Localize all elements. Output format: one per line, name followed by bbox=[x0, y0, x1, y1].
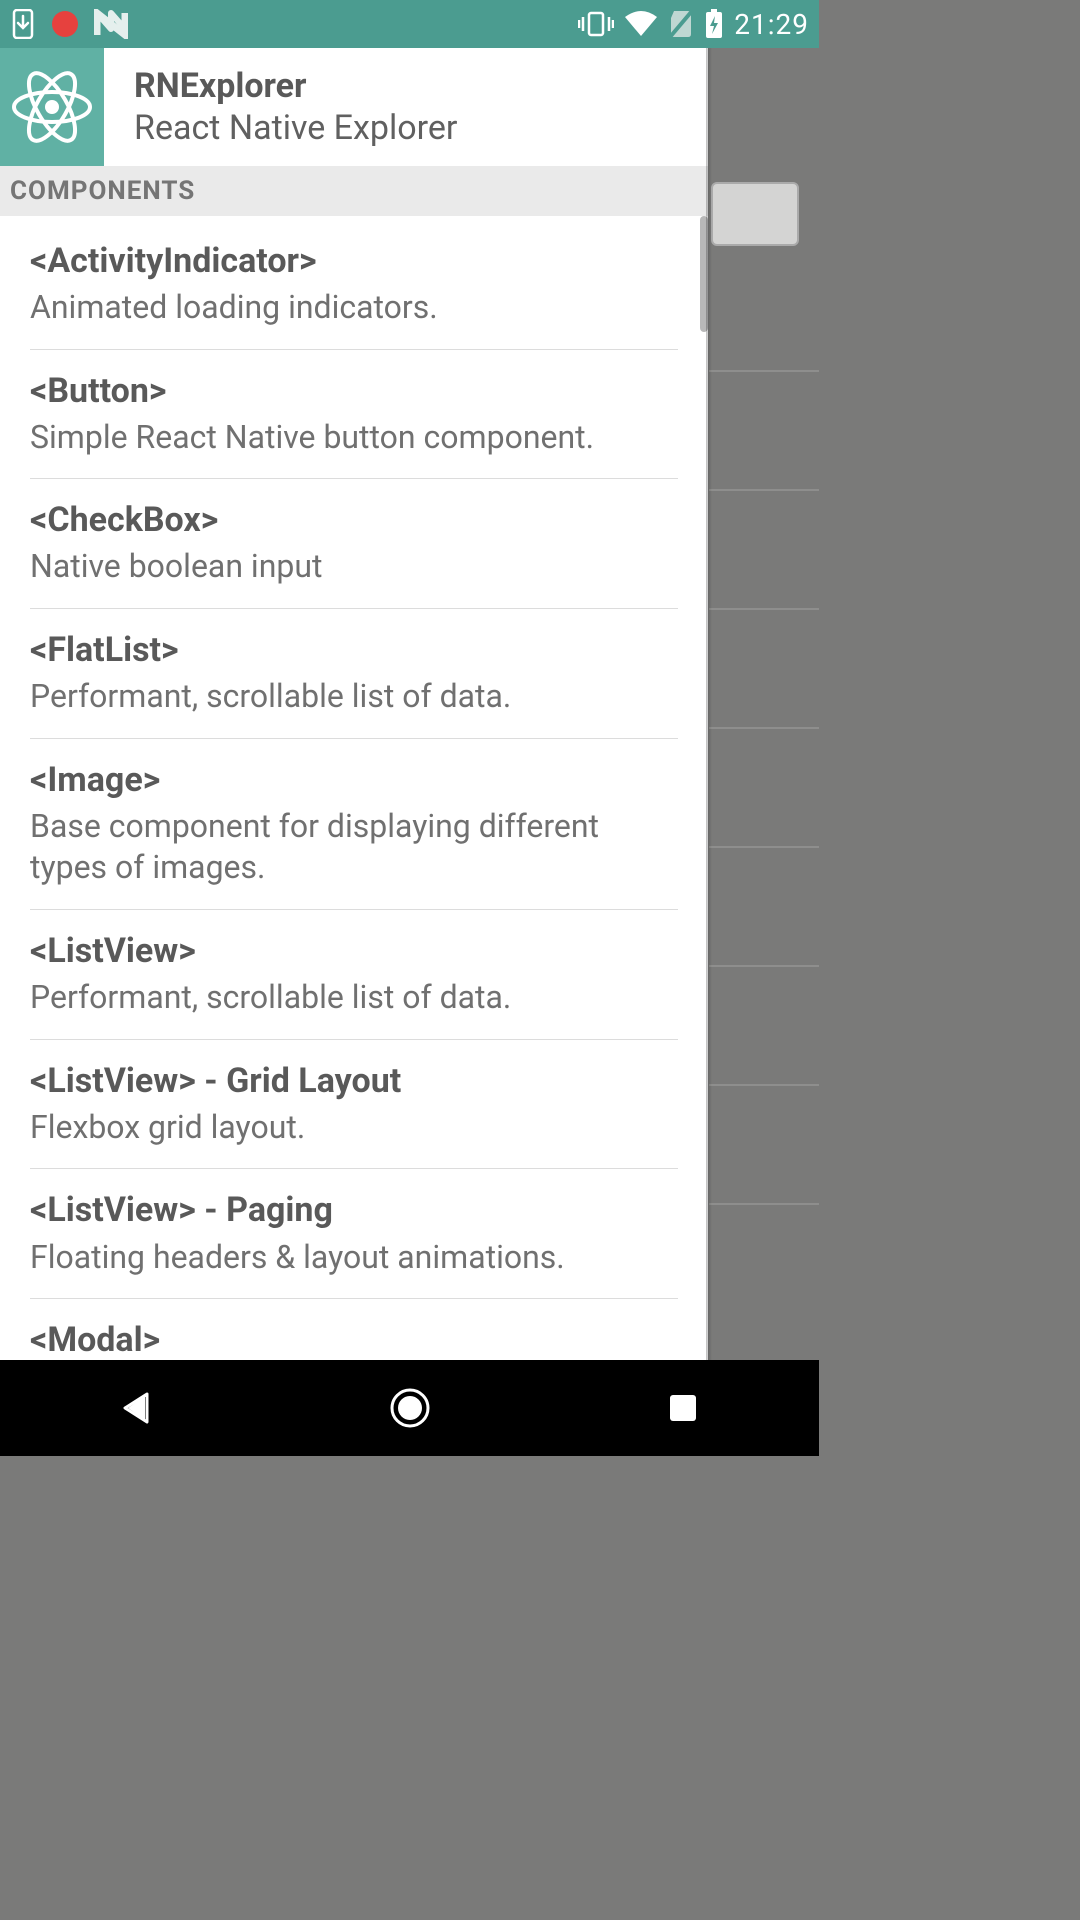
record-icon bbox=[50, 9, 80, 39]
android-navbar bbox=[0, 1360, 819, 1456]
list-item-title: <ListView> - Paging bbox=[30, 1191, 678, 1230]
list-item-desc: Flexbox grid layout. bbox=[30, 1107, 678, 1149]
list-item[interactable]: <Modal> Component for presenting modal v… bbox=[30, 1299, 678, 1360]
recents-button[interactable] bbox=[623, 1392, 743, 1424]
vibrate-icon bbox=[578, 10, 614, 38]
background-rows bbox=[709, 370, 819, 1322]
list-item-desc: Base component for displaying different … bbox=[30, 806, 678, 889]
drawer-title-block: RNExplorer React Native Explorer bbox=[104, 48, 708, 166]
list-item[interactable]: <CheckBox> Native boolean input bbox=[30, 479, 678, 609]
wifi-icon bbox=[624, 11, 658, 37]
home-button[interactable] bbox=[350, 1386, 470, 1430]
list-item-desc: Performant, scrollable list of data. bbox=[30, 977, 678, 1019]
list-item-desc: Native boolean input bbox=[30, 546, 678, 588]
app-title: RNExplorer bbox=[134, 66, 708, 106]
no-sim-icon bbox=[668, 9, 694, 39]
list-item-desc: Animated loading indicators. bbox=[30, 287, 678, 329]
background-search-box bbox=[711, 182, 799, 246]
status-bar: 21:29 bbox=[0, 0, 819, 48]
app-subtitle: React Native Explorer bbox=[134, 108, 708, 148]
list-item-title: <Image> bbox=[30, 761, 678, 800]
list-item[interactable]: <Image> Base component for displaying di… bbox=[30, 739, 678, 910]
list-item-title: <ListView> bbox=[30, 932, 678, 971]
status-right: 21:29 bbox=[578, 8, 809, 41]
download-icon bbox=[10, 9, 36, 39]
navigation-drawer[interactable]: RNExplorer React Native Explorer COMPONE… bbox=[0, 48, 708, 1360]
list-item[interactable]: <Button> Simple React Native button comp… bbox=[30, 350, 678, 480]
list-item-title: <ActivityIndicator> bbox=[30, 242, 678, 281]
list-item-title: <Modal> bbox=[30, 1321, 678, 1360]
list-item[interactable]: <ListView> Performant, scrollable list o… bbox=[30, 910, 678, 1040]
list-item[interactable]: <FlatList> Performant, scrollable list o… bbox=[30, 609, 678, 739]
section-header-components: COMPONENTS bbox=[0, 166, 708, 216]
list-item[interactable]: <ActivityIndicator> Animated loading ind… bbox=[30, 216, 678, 350]
list-item-desc: Simple React Native button component. bbox=[30, 417, 678, 459]
components-list[interactable]: <ActivityIndicator> Animated loading ind… bbox=[0, 216, 708, 1360]
list-item-title: <Button> bbox=[30, 372, 678, 411]
battery-charging-icon bbox=[704, 9, 724, 39]
list-item-desc: Performant, scrollable list of data. bbox=[30, 676, 678, 718]
back-button[interactable] bbox=[77, 1390, 197, 1426]
list-item[interactable]: <ListView> - Grid Layout Flexbox grid la… bbox=[30, 1040, 678, 1170]
list-item-title: <CheckBox> bbox=[30, 501, 678, 540]
drawer-header: RNExplorer React Native Explorer bbox=[0, 48, 708, 166]
status-left bbox=[10, 9, 128, 39]
section-header-label: COMPONENTS bbox=[10, 176, 195, 206]
react-logo-icon bbox=[0, 48, 104, 166]
list-item[interactable]: <ListView> - Paging Floating headers & l… bbox=[30, 1169, 678, 1299]
drawer-shadow bbox=[706, 48, 712, 1360]
list-item-title: <ListView> - Grid Layout bbox=[30, 1062, 678, 1101]
nougat-icon bbox=[94, 9, 128, 39]
status-time: 21:29 bbox=[734, 8, 809, 41]
list-item-title: <FlatList> bbox=[30, 631, 678, 670]
list-item-desc: Floating headers & layout animations. bbox=[30, 1237, 678, 1279]
